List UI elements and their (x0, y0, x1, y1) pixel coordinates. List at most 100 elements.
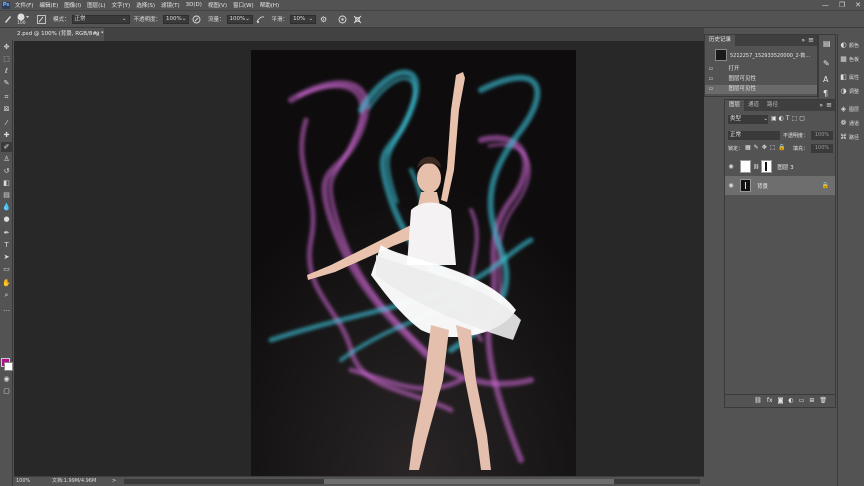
dock-item-paths[interactable]: ⌘ 路径 (840, 134, 859, 142)
airbrush-icon[interactable] (255, 14, 266, 25)
more-tools-icon[interactable]: … (1, 304, 12, 314)
document-tab[interactable]: 2.psd @ 100% (背景, RGB/8#) * × (14, 28, 104, 41)
add-mask-icon[interactable]: ◙ (778, 397, 784, 404)
character-panel-icon[interactable]: A (823, 75, 828, 84)
menu-file[interactable]: 文件(F) (12, 1, 36, 9)
smooth-field[interactable]: 10% ⌄ (290, 14, 317, 24)
tab-layers[interactable]: 图层 (725, 100, 745, 111)
panel-menu-icon[interactable]: ≡ (826, 101, 832, 109)
paragraph-panel-icon[interactable]: ¶ (823, 89, 828, 98)
type-tool-icon[interactable]: T (1, 240, 12, 250)
blur-tool-icon[interactable]: 💧 (1, 202, 12, 212)
history-item[interactable]: ▫ 打开 (705, 65, 817, 74)
history-snapshot[interactable]: 5212257_152933520000_2-数... (705, 48, 817, 62)
hand-tool-icon[interactable]: ✋ (1, 278, 12, 288)
frame-tool-icon[interactable]: ⊠ (1, 104, 12, 114)
layer-row-selected[interactable]: ◉ 背景 🔒 (725, 176, 835, 195)
move-tool-icon[interactable]: ✥ (1, 42, 12, 52)
clone-stamp-tool-icon[interactable]: ♙ (1, 154, 12, 164)
image-canvas[interactable] (251, 50, 576, 476)
dock-item-layers[interactable]: ◈ 图层 (840, 106, 859, 114)
close-button[interactable]: ✕ (855, 0, 861, 10)
screen-mode-icon[interactable]: ▢ (1, 386, 12, 396)
dock-item-channels[interactable]: ❁ 通道 (840, 120, 859, 128)
brush-panel-icon[interactable] (36, 14, 47, 25)
zoom-level[interactable]: 100% (16, 477, 30, 486)
dock-item-adjustments[interactable]: ◑ 调整 (840, 88, 859, 96)
layer-opacity-field[interactable]: 100% (811, 131, 833, 140)
brush-preset-picker[interactable]: 100 (15, 13, 31, 26)
fill-field[interactable]: 100% (811, 144, 833, 153)
history-item-selected[interactable]: ▫ 图层可见性 (705, 85, 817, 94)
layer-name[interactable]: 图层 3 (777, 163, 793, 171)
menu-type[interactable]: 文字(Y) (109, 1, 134, 9)
menu-layer[interactable]: 图层(L) (84, 1, 108, 9)
dodge-tool-icon[interactable]: ● (1, 214, 12, 224)
horizontal-scrollbar[interactable] (124, 479, 700, 484)
menu-view[interactable]: 视图(V) (205, 1, 230, 9)
dock-item-swatches[interactable]: ▦ 色板 (840, 56, 859, 64)
healing-brush-tool-icon[interactable]: ✚ (1, 130, 12, 140)
opacity-field[interactable]: 100% ⌄ (163, 14, 190, 24)
layer-style-icon[interactable]: fx (767, 397, 773, 404)
background-color-swatch[interactable] (4, 362, 13, 371)
brush-tool-icon[interactable] (2, 14, 13, 25)
trash-icon[interactable]: 🗑 (819, 397, 827, 404)
tab-paths[interactable]: 路径 (763, 100, 782, 111)
pressure-opacity-icon[interactable] (191, 14, 202, 25)
mode-select[interactable]: 正常 ⌄ (71, 14, 130, 24)
menu-window[interactable]: 窗口(W) (230, 1, 257, 9)
history-brush-tool-icon[interactable]: ↺ (1, 166, 12, 176)
panel-menu-icon[interactable]: ≡ (808, 36, 814, 44)
lock-icons[interactable]: ▦✎✥⬚🔒 (745, 144, 789, 151)
path-selection-tool-icon[interactable]: ➤ (1, 252, 12, 262)
rectangle-tool-icon[interactable]: ▭ (1, 264, 12, 274)
layer-row[interactable]: ◉ ⛓ 图层 3 (725, 157, 835, 176)
symmetry-icon[interactable] (352, 14, 363, 25)
collapse-panel-icon[interactable]: » (819, 102, 823, 109)
menu-filter[interactable]: 滤镜(T) (158, 1, 183, 9)
close-tab-icon[interactable]: × (95, 28, 100, 41)
quick-mask-icon[interactable]: ◉ (1, 374, 12, 384)
zoom-tool-icon[interactable]: ⌕ (1, 290, 12, 300)
tab-channels[interactable]: 通道 (744, 100, 763, 111)
scrollbar-thumb[interactable] (324, 479, 614, 484)
eye-icon[interactable]: ◉ (725, 163, 737, 170)
gear-icon[interactable]: ⚙ (318, 14, 329, 25)
marquee-tool-icon[interactable]: ⬚ (1, 54, 12, 64)
layer-name[interactable]: 背景 (757, 182, 768, 190)
new-group-icon[interactable]: ▭ (799, 397, 805, 404)
gradient-tool-icon[interactable]: ▤ (1, 190, 12, 200)
eyedropper-tool-icon[interactable]: ⁄ (1, 118, 12, 128)
menu-select[interactable]: 选择(S) (133, 1, 158, 9)
status-menu-arrow[interactable]: > (112, 477, 116, 486)
menu-3d[interactable]: 3D(D) (183, 2, 205, 8)
quick-select-tool-icon[interactable]: ✎ (1, 78, 12, 88)
eraser-tool-icon[interactable]: ◧ (1, 178, 12, 188)
tab-history[interactable]: 历史记录 (705, 35, 736, 46)
pen-tool-icon[interactable]: ✒ (1, 228, 12, 238)
collapse-panel-icon[interactable]: » (801, 37, 805, 44)
link-layers-icon[interactable]: ⛓ (754, 397, 762, 404)
minimize-button[interactable]: — (822, 0, 829, 10)
history-panel-icon[interactable]: ▤ (823, 39, 831, 48)
eye-icon[interactable]: ◉ (725, 182, 737, 189)
layer-kind-filter[interactable]: 类型 ⌄ (728, 115, 768, 124)
blend-mode-select[interactable]: 正常 (728, 131, 780, 140)
menu-image[interactable]: 图像(I) (61, 1, 84, 9)
lasso-tool-icon[interactable]: ℓ (1, 66, 12, 76)
layer-filter-icons[interactable]: ▣◐T⬚▢ (771, 115, 807, 122)
crop-tool-icon[interactable]: ⌗ (1, 92, 12, 102)
restore-button[interactable]: ❐ (839, 0, 845, 10)
brush-tool-active-icon[interactable]: ✐ (1, 142, 12, 152)
layer-mask-thumbnail[interactable] (761, 160, 773, 173)
pressure-size-icon[interactable] (337, 14, 348, 25)
brush-settings-icon[interactable]: ✎ (823, 59, 830, 68)
new-layer-icon[interactable]: ⊞ (809, 397, 814, 404)
menu-edit[interactable]: 编辑(E) (36, 1, 61, 9)
dock-item-color[interactable]: ◐ 颜色 (840, 42, 859, 50)
menu-help[interactable]: 帮助(H) (257, 1, 282, 9)
flow-field[interactable]: 100% ⌄ (226, 14, 253, 24)
adjustment-layer-icon[interactable]: ◐ (788, 397, 793, 404)
dock-item-properties[interactable]: ◧ 属性 (840, 74, 859, 82)
